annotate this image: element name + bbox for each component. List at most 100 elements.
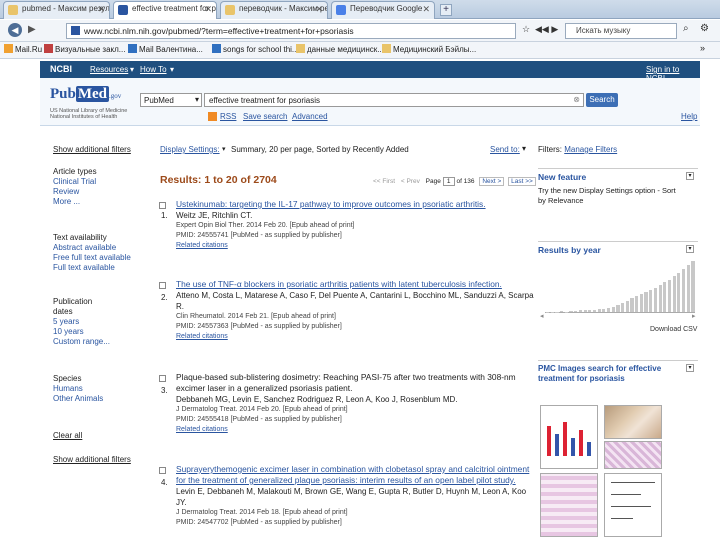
star-icon[interactable]: ☆ [522,24,530,35]
bookmark-item[interactable]: Mail Валентина... [128,44,203,54]
page-number-input[interactable]: 1 [442,177,455,186]
year-bar[interactable] [597,309,601,312]
filter-option[interactable]: Full text available [53,263,131,273]
year-bar[interactable] [625,300,629,312]
filter-option[interactable]: Custom range... [53,337,110,347]
pubmed-logo[interactable]: Pub Med .gov [50,86,121,103]
last-page-button[interactable]: Last >> [508,177,536,186]
related-citations-link[interactable]: Related citations [176,241,535,251]
browser-tab-effective-treatment[interactable]: effective treatment for pso ✕ [113,1,217,19]
year-bar[interactable] [681,269,686,312]
close-icon[interactable]: ✕ [204,4,212,15]
year-bar[interactable] [663,282,667,312]
clear-icon[interactable]: ⊗ [573,95,580,104]
result-title-link[interactable]: The use of TNF-α blockers in psoriatic a… [176,279,535,290]
first-page-link[interactable]: << First [373,178,395,185]
collapse-icon[interactable]: ▾ [686,364,694,372]
database-select[interactable]: PubMed ▾ [140,93,202,107]
year-bar[interactable] [606,307,611,312]
advanced-search-link[interactable]: Advanced [292,112,328,121]
year-bar[interactable] [583,310,587,312]
result-checkbox[interactable] [159,375,166,382]
scroll-right-icon[interactable]: ▸ [692,312,696,320]
back-arrow-icon[interactable]: ◀ [8,23,22,37]
music-search-field[interactable]: Искать музыку [565,23,677,39]
result-checkbox[interactable] [159,202,166,209]
pmc-image-thumbnail[interactable] [540,473,598,537]
browser-tab-google-translate[interactable]: Переводчик Google ✕ [331,1,435,19]
year-bar[interactable] [555,311,559,312]
year-bar[interactable] [592,309,597,312]
filter-option[interactable]: Humans [53,384,103,394]
result-title-link[interactable]: Ustekinumab: targeting the IL-17 pathway… [176,199,535,210]
year-bar[interactable] [667,280,672,312]
close-icon[interactable]: ✕ [97,4,105,15]
prev-page-link[interactable]: < Prev [401,178,420,185]
howto-menu[interactable]: How To [140,65,167,74]
close-icon[interactable]: ✕ [422,4,430,15]
settings-icon[interactable]: ⚙ [700,23,709,34]
result-checkbox[interactable] [159,282,166,289]
filter-option[interactable]: More ... [53,197,97,207]
year-bar[interactable] [578,310,582,312]
show-additional-filters-link[interactable]: Show additional filters [53,145,131,155]
year-bar[interactable] [621,302,625,312]
ncbi-logo[interactable]: NCBI [50,64,72,74]
display-settings-link[interactable]: Display Settings: [160,145,220,154]
bookmark-item[interactable]: songs for school thi... [212,44,299,54]
year-bar[interactable] [677,273,681,312]
filter-option[interactable]: Clinical Trial [53,177,97,187]
year-bar[interactable] [546,311,550,312]
next-page-button[interactable]: Next > [479,177,505,186]
search-button[interactable]: Search [586,93,618,107]
scroll-left-icon[interactable]: ◂ [540,312,544,320]
save-search-link[interactable]: Save search [243,112,287,121]
result-title-link[interactable]: Suprayerythemogenic excimer laser in com… [176,464,535,486]
media-controls-icon[interactable]: ◀◀ ▶ [535,24,558,35]
result-title-link[interactable]: Plaque-based sub-blistering dosimetry: R… [176,372,535,394]
show-additional-filters-bottom-link[interactable]: Show additional filters [53,455,131,465]
bookmark-item[interactable]: данные медицинск... [296,44,384,54]
pmc-images-heading[interactable]: PMC Images search for effective treatmen… [538,364,678,384]
year-bar[interactable] [672,276,676,312]
pmc-image-thumbnail[interactable] [604,473,662,537]
close-icon[interactable]: ✕ [315,4,323,15]
bookmark-item[interactable]: Mail.Ru [4,44,42,54]
year-bar[interactable] [644,291,648,312]
year-bar[interactable] [630,297,634,312]
filter-option[interactable]: Review [53,187,97,197]
year-bar[interactable] [649,289,653,312]
filter-option[interactable]: Other Animals [53,394,103,404]
manage-filters-link[interactable]: Manage Filters [564,145,617,154]
resources-menu[interactable]: Resources [90,65,128,74]
browser-tab-pubmed[interactable]: pubmed - Максим результ ✕ [3,1,110,19]
filter-option[interactable]: 10 years [53,327,110,337]
help-link[interactable]: Help [681,112,697,121]
year-bar[interactable] [574,310,578,312]
pmc-image-thumbnail[interactable] [604,441,662,469]
year-bar[interactable] [550,311,554,312]
year-bar[interactable] [616,304,620,312]
year-bar[interactable] [588,309,592,312]
year-bar[interactable] [686,265,690,312]
search-icon[interactable]: ⌕ [683,23,689,34]
related-citations-link[interactable]: Related citations [176,332,535,342]
year-bar[interactable] [691,261,695,312]
year-bar[interactable] [639,293,643,312]
year-bar[interactable] [658,285,662,312]
bookmark-item[interactable]: Визуальные закл... [44,44,125,54]
filter-option[interactable]: Free full text available [53,253,131,263]
filter-option[interactable]: Abstract available [53,243,131,253]
pmc-image-thumbnail[interactable] [540,405,598,469]
year-bar[interactable] [611,306,615,312]
rss-link[interactable]: RSS [220,112,236,121]
year-bar[interactable] [653,287,657,312]
year-bar[interactable] [564,311,568,312]
year-bar[interactable] [560,310,564,312]
results-by-year-chart[interactable] [545,259,695,313]
year-bar[interactable] [569,310,573,312]
related-citations-link[interactable]: Related citations [176,425,535,435]
download-csv-link[interactable]: Download CSV [650,326,697,333]
send-to-link[interactable]: Send to: [490,145,520,154]
collapse-icon[interactable]: ▾ [686,172,694,180]
